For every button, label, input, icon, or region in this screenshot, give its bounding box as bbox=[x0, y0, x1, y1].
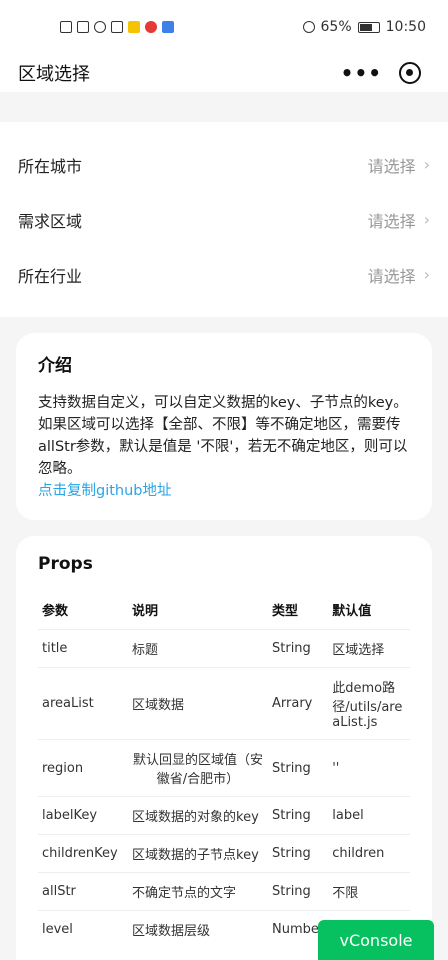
battery-icon bbox=[357, 21, 380, 33]
city-label: 所在城市 bbox=[18, 156, 83, 176]
form-row-industry[interactable]: 所在行业 请选择 › bbox=[0, 247, 448, 302]
clock: 10:50 bbox=[385, 19, 426, 35]
intro-card: 介绍 支持数据自定义，可以自定义数据的key、子节点的key。如果区域可以选择【… bbox=[16, 333, 432, 520]
city-picker[interactable]: 请选择 › bbox=[368, 153, 430, 177]
cell-param: childrenKey bbox=[38, 834, 128, 873]
cell-type: String bbox=[268, 629, 329, 668]
status-icons-right: 65% 10:50 bbox=[302, 19, 426, 35]
header-type: 类型 bbox=[272, 604, 299, 619]
area-label: 需求区域 bbox=[18, 211, 83, 231]
intro-text: 支持数据自定义，可以自定义数据的key、子节点的key。如果区域可以选择【全部、… bbox=[38, 395, 408, 477]
cell-param: region bbox=[38, 739, 128, 797]
header-default: 默认值 bbox=[332, 604, 372, 619]
industry-placeholder: 请选择 bbox=[367, 266, 416, 286]
table-row: areaList 区域数据 Arrary 此demo路径/utils/areaL… bbox=[38, 667, 410, 740]
spacer bbox=[0, 92, 448, 122]
cell-type: String bbox=[268, 739, 329, 797]
header-param: 参数 bbox=[42, 604, 69, 619]
industry-label: 所在行业 bbox=[18, 266, 83, 286]
cell-desc: 区域数据的对象的key bbox=[128, 796, 268, 835]
cell-desc: 不确定节点的文字 bbox=[128, 872, 268, 911]
cell-param: allStr bbox=[38, 872, 128, 911]
mini-program-capsule: ••• bbox=[332, 56, 430, 90]
cell-desc: 标题 bbox=[128, 629, 268, 668]
nav-bar: 区域选择 ••• bbox=[0, 54, 448, 92]
header-desc: 说明 bbox=[132, 604, 159, 619]
cell-default: 此demo路径/utils/areaList.js bbox=[328, 667, 410, 740]
cell-type: Arrary bbox=[268, 667, 329, 740]
chevron-right-icon: › bbox=[423, 265, 430, 284]
app-notification-icon bbox=[128, 21, 140, 33]
table-row: title 标题 String 区域选择 bbox=[38, 629, 410, 668]
area-picker[interactable]: 请选择 › bbox=[368, 208, 430, 232]
sim-icon bbox=[60, 21, 72, 33]
cell-param: labelKey bbox=[38, 796, 128, 835]
cell-desc: 区域数据的子节点key bbox=[128, 834, 268, 873]
area-placeholder: 请选择 bbox=[367, 211, 416, 231]
alarm-icon bbox=[302, 21, 315, 33]
cell-desc: 默认回显的区域值（安徽省/合肥市） bbox=[128, 739, 268, 797]
cell-desc: 区域数据 bbox=[128, 667, 268, 740]
table-row: allStr 不确定节点的文字 String 不限 bbox=[38, 872, 410, 911]
cell-type: String bbox=[268, 834, 329, 873]
industry-picker[interactable]: 请选择 › bbox=[368, 263, 430, 287]
status-icons-left bbox=[60, 21, 174, 33]
close-target-icon[interactable] bbox=[399, 62, 422, 84]
table-row: labelKey 区域数据的对象的key String label bbox=[38, 796, 410, 835]
city-placeholder: 请选择 bbox=[367, 156, 416, 176]
cell-default: label bbox=[328, 796, 410, 835]
vconsole-button[interactable]: vConsole bbox=[318, 920, 434, 960]
table-header-row: 参数 说明 类型 默认值 bbox=[38, 590, 410, 630]
camera-icon bbox=[111, 21, 123, 33]
props-table: 参数 说明 类型 默认值 title 标题 String 区域选择 areaLi… bbox=[38, 590, 410, 948]
signal-icon bbox=[77, 21, 89, 33]
cell-param: level bbox=[38, 910, 128, 948]
cell-default: 区域选择 bbox=[328, 629, 410, 668]
cell-default: '' bbox=[328, 739, 410, 797]
form-row-city[interactable]: 所在城市 请选择 › bbox=[0, 137, 448, 192]
cell-default: children bbox=[328, 834, 410, 873]
table-row: region 默认回显的区域值（安徽省/合肥市） String '' bbox=[38, 739, 410, 797]
battery-percent: 65% bbox=[320, 19, 352, 35]
page-title: 区域选择 bbox=[18, 64, 90, 85]
intro-title: 介绍 bbox=[38, 356, 72, 376]
chevron-right-icon: › bbox=[423, 155, 430, 174]
props-card: Props 参数 说明 类型 默认值 title 标题 String 区域选择 … bbox=[16, 536, 432, 960]
cell-type: String bbox=[268, 796, 329, 835]
chevron-right-icon: › bbox=[423, 210, 430, 229]
cell-default: 不限 bbox=[328, 872, 410, 911]
form-row-area[interactable]: 需求区域 请选择 › bbox=[0, 192, 448, 247]
status-bar: 65% 10:50 bbox=[0, 0, 448, 54]
cell-type: String bbox=[268, 872, 329, 911]
props-title: Props bbox=[38, 554, 93, 574]
copy-github-link[interactable]: 点击复制github地址 bbox=[38, 480, 410, 502]
cell-param: title bbox=[38, 629, 128, 668]
cell-param: areaList bbox=[38, 667, 128, 740]
cell-desc: 区域数据层级 bbox=[128, 910, 268, 948]
region-form: 所在城市 请选择 › 需求区域 请选择 › 所在行业 请选择 › bbox=[0, 122, 448, 317]
wifi-icon bbox=[94, 21, 106, 33]
weibo-icon bbox=[145, 21, 157, 33]
more-icon[interactable]: ••• bbox=[341, 61, 382, 85]
table-row: childrenKey 区域数据的子节点key String children bbox=[38, 834, 410, 873]
app-icon bbox=[162, 21, 174, 33]
